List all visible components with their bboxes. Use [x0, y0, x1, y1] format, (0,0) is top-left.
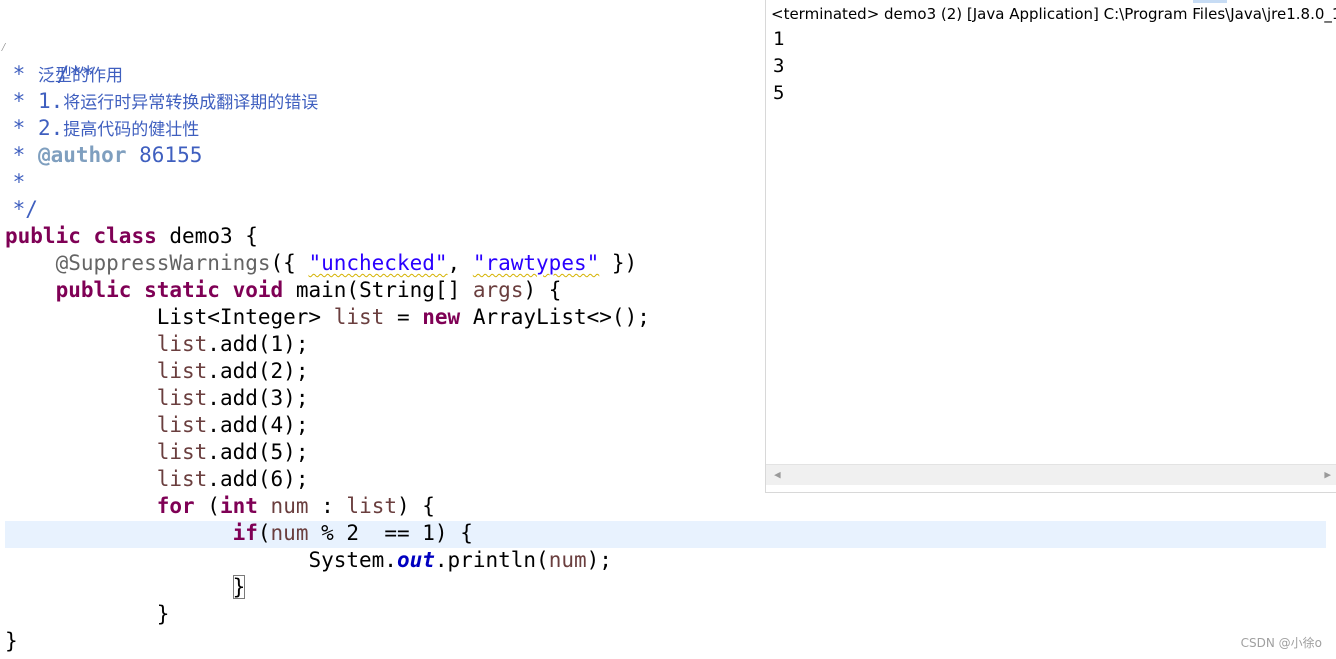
- main-method-line: public static void main(String[] args) {: [55, 278, 562, 302]
- console-horizontal-scrollbar[interactable]: ◀ ▶: [766, 464, 1336, 485]
- scroll-right-icon[interactable]: ▶: [1324, 467, 1331, 483]
- list-add-line: list.add(2);: [156, 359, 309, 383]
- list-add-line: list.add(6);: [156, 467, 309, 491]
- console-header: <terminated> demo3 (2) [Java Application…: [771, 5, 1336, 23]
- javadoc-close-line: */: [12, 197, 38, 221]
- main-close-brace-line: }: [5, 629, 18, 653]
- javadoc-empty-line: *: [12, 170, 26, 194]
- console-output-line: 5: [773, 82, 785, 104]
- if-condition-line: if(num % 2 == 1) {: [232, 521, 473, 545]
- println-line: System.out.println(num);: [308, 548, 612, 572]
- console-output-line: 3: [773, 55, 785, 77]
- console-output-line: 1: [773, 28, 785, 50]
- console-view[interactable]: <terminated> demo3 (2) [Java Application…: [765, 0, 1336, 493]
- list-add-line: list.add(4);: [156, 413, 309, 437]
- list-declaration-line: List<Integer> list = new ArrayList<>();: [156, 305, 650, 329]
- javadoc-point-2-line: * 2.提高代码的健壮性: [12, 116, 200, 140]
- javadoc-author-line: * @author 86155: [12, 143, 203, 167]
- for-loop-line: for (int num : list) {: [156, 494, 435, 518]
- javadoc-point-1-line: * 1.将运行时异常转换成翻译期的错误: [12, 89, 319, 113]
- list-add-line: list.add(5);: [156, 440, 309, 464]
- list-add-line: list.add(3);: [156, 386, 309, 410]
- if-close-brace-line: }: [232, 575, 246, 599]
- annotation-line: @SuppressWarnings({ "unchecked", "rawtyp…: [55, 251, 638, 275]
- javadoc-title-line: * 泛型的作用: [12, 62, 123, 86]
- javadoc-open-line: /**: [56, 62, 95, 86]
- class-declaration-line: public class demo3 {: [5, 224, 258, 248]
- watermark: CSDN @小徐o: [1240, 636, 1322, 650]
- list-add-line: list.add(1);: [156, 332, 309, 356]
- scroll-left-icon[interactable]: ◀: [774, 467, 781, 483]
- for-close-brace-line: }: [5, 602, 170, 626]
